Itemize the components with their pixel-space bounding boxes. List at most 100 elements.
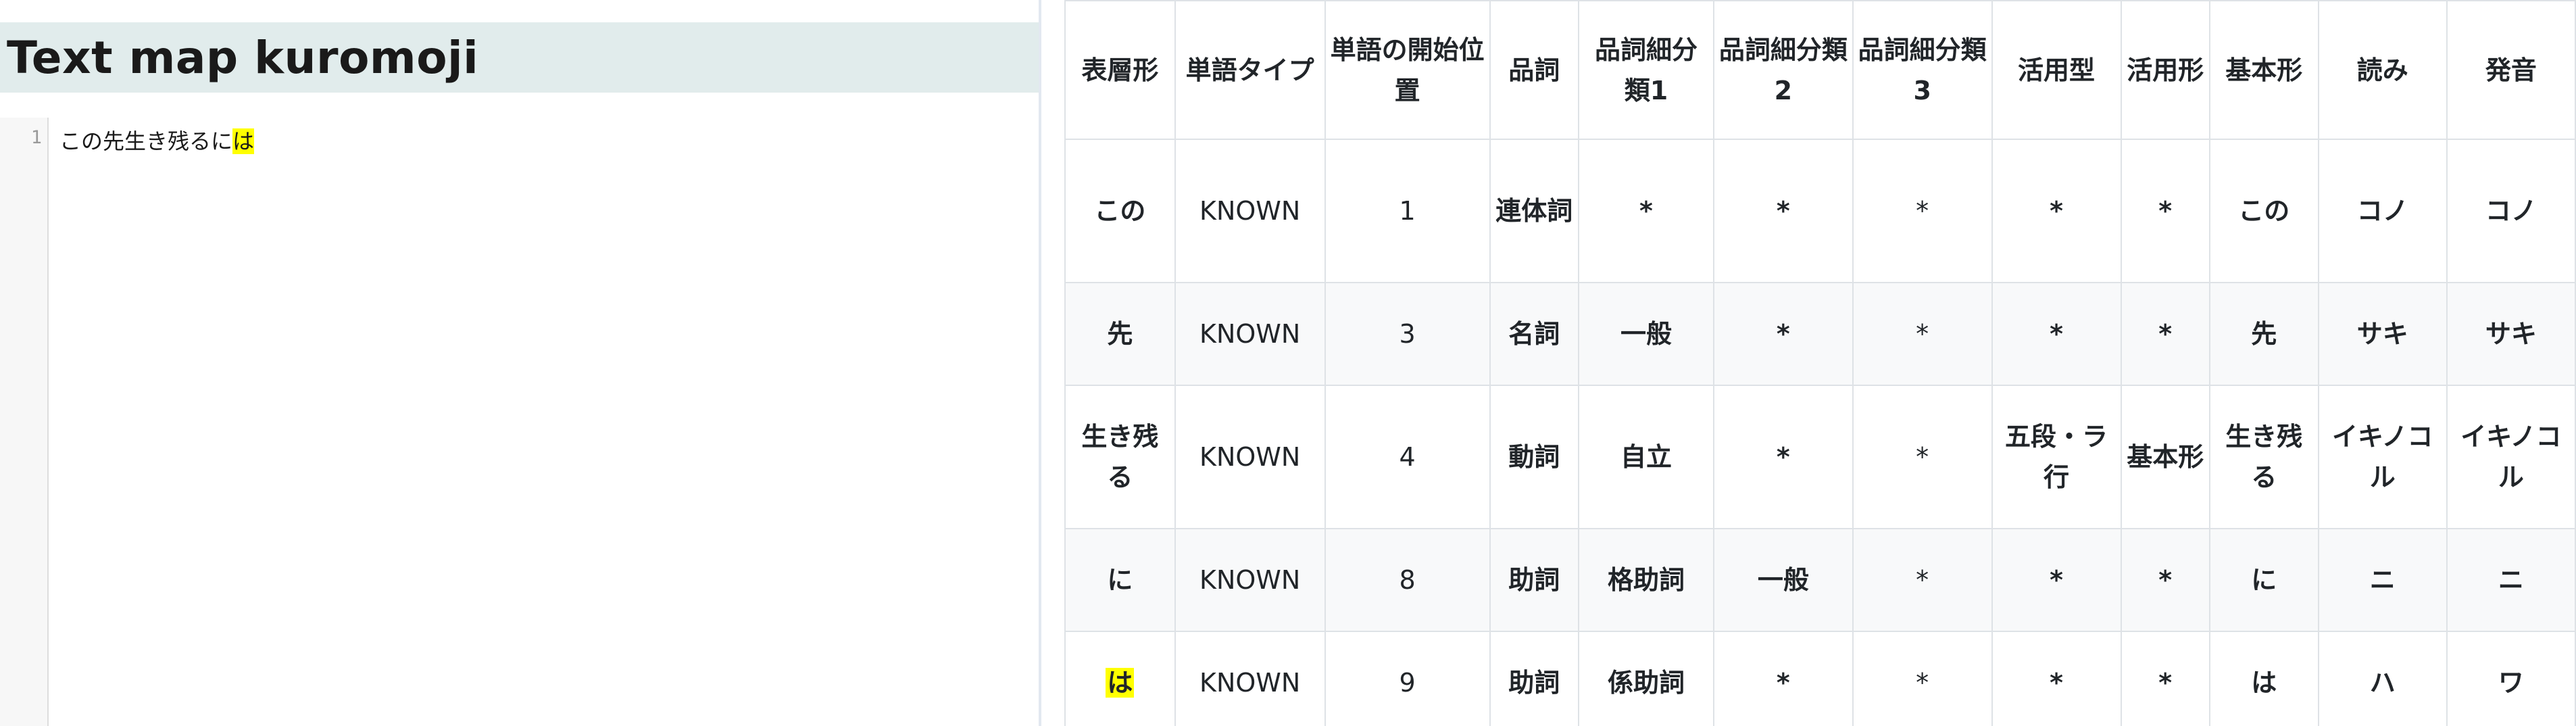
table-cell: ワ: [2446, 631, 2576, 726]
table-cell: *: [1852, 631, 1993, 726]
table-cell: 4: [1324, 385, 1491, 529]
table-cell: サキ: [2317, 282, 2448, 386]
table-cell: *: [1712, 631, 1854, 726]
token-table-pane: 表層形 単語タイプ 単語の開始位置 品詞 品詞細分類1 品詞細分類2 品詞細分類3 活用型 活用…: [1041, 0, 2576, 726]
cell-text: KNOWN: [1199, 196, 1301, 226]
table-cell: *: [2120, 528, 2210, 632]
cell-text: 先: [1107, 319, 1133, 349]
table-cell: *: [2120, 282, 2210, 386]
table-cell: *: [1852, 528, 1993, 632]
cell-text: *: [1639, 196, 1653, 226]
table-cell: イキノコル: [2317, 385, 2448, 529]
cell-text: KNOWN: [1199, 442, 1301, 472]
cell-text: 格助詞: [1607, 565, 1685, 595]
table-cell: 動詞: [1489, 385, 1579, 529]
table-cell: KNOWN: [1174, 282, 1326, 386]
table-cell: *: [1991, 528, 2122, 632]
cell-text: *: [1776, 319, 1790, 349]
cell-text: *: [1776, 196, 1790, 226]
cell-text: *: [1916, 196, 1929, 226]
page-title: Text map kuromoji: [7, 31, 479, 84]
cell-text: *: [1916, 319, 1929, 349]
table-row: 先 KNOWN 3 名詞 一般 * * * * 先 サキ サキ: [1064, 282, 2576, 386]
cell-text: ニ: [2369, 565, 2396, 595]
table-cell: 生き残る: [2208, 385, 2319, 529]
header-word-type: 単語タイプ: [1174, 0, 1326, 140]
cell-text: この: [2238, 196, 2290, 226]
table-cell: 連体詞: [1489, 139, 1579, 283]
table-row: 生き残る KNOWN 4 動詞 自立 * * 五段・ラ行 基本形 生き残る イキノコル イキノコル: [1064, 385, 2576, 529]
table-row: に KNOWN 8 助詞 格助詞 一般 * * * に ニ ニ: [1064, 528, 2576, 632]
cell-text: ハ: [2369, 668, 2396, 698]
cell-text: *: [2050, 319, 2063, 349]
cell-text: サキ: [2356, 319, 2408, 349]
cell-text: 生き残る: [1081, 422, 1159, 492]
table-cell: 自立: [1577, 385, 1714, 529]
cell-text: サキ: [2485, 319, 2537, 349]
cell-text: *: [2050, 668, 2063, 698]
header-reading: 読み: [2317, 0, 2448, 140]
table-cell: *: [1712, 139, 1854, 283]
table-cell: KNOWN: [1174, 385, 1326, 529]
table-cell: *: [1991, 631, 2122, 726]
table-cell: 3: [1324, 282, 1491, 386]
table-cell: 基本形: [2120, 385, 2210, 529]
header-conjugation-type: 活用型: [1991, 0, 2122, 140]
header-pos-detail-2: 品詞細分類2: [1712, 0, 1854, 140]
table-cell: 生き残る: [1064, 385, 1176, 529]
table-body: この KNOWN 1 連体詞 * * * * * この コノ コノ先 KNOWN 3 名詞 一般 * * * * 先サキ…: [1064, 139, 2576, 726]
table-cell: コノ: [2446, 139, 2576, 283]
cell-text: *: [2158, 565, 2173, 595]
table-cell: 8: [1324, 528, 1491, 632]
cell-text: 連体詞: [1495, 196, 1573, 226]
cell-text: KNOWN: [1199, 565, 1301, 595]
line-number-gutter: 1: [0, 118, 49, 726]
cell-text: *: [2050, 196, 2063, 226]
text-editor[interactable]: 1 この先生き残るには: [0, 118, 1039, 726]
cell-text: 自立: [1620, 442, 1672, 472]
editor-highlighted-token: は: [232, 128, 255, 154]
cell-text: 一般: [1757, 565, 1809, 595]
table-cell: *: [1712, 385, 1854, 529]
table-cell: KNOWN: [1174, 139, 1326, 283]
cell-text: 助詞: [1508, 565, 1560, 595]
table-cell: *: [2120, 139, 2210, 283]
editor-line[interactable]: この先生き残るには: [59, 124, 255, 155]
table-cell: は: [2208, 631, 2319, 726]
editor-pane: Text map kuromoji 1 この先生き残るには: [0, 0, 1039, 726]
table-cell: は: [1064, 631, 1176, 726]
header-pos-detail-1: 品詞細分類1: [1577, 0, 1714, 140]
cell-text: 4: [1399, 442, 1416, 472]
table-cell: 1: [1324, 139, 1491, 283]
line-number: 1: [30, 127, 42, 148]
cell-text: は: [1106, 668, 1135, 698]
header-pronunciation: 発音: [2446, 0, 2576, 140]
cell-text: 9: [1399, 668, 1416, 698]
cell-text: ニ: [2498, 565, 2524, 595]
table-cell: に: [2208, 528, 2319, 632]
table-cell: KNOWN: [1174, 631, 1326, 726]
header-pos: 品詞: [1489, 0, 1579, 140]
cell-text: に: [2251, 565, 2277, 595]
header-word-position: 単語の開始位置: [1324, 0, 1491, 140]
token-table: 表層形 単語タイプ 単語の開始位置 品詞 品詞細分類1 品詞細分類2 品詞細分類3 活用型 活用…: [1064, 0, 2576, 726]
title-bar: Text map kuromoji: [0, 22, 1039, 93]
cell-text: 3: [1399, 319, 1416, 349]
cell-text: *: [1916, 442, 1929, 472]
cell-text: KNOWN: [1199, 319, 1301, 349]
table-cell: 9: [1324, 631, 1491, 726]
cell-text: *: [1916, 668, 1929, 698]
table-cell: 五段・ラ行: [1991, 385, 2122, 529]
cell-text: *: [1776, 442, 1790, 472]
table-cell: KNOWN: [1174, 528, 1326, 632]
table-cell: *: [1991, 139, 2122, 283]
cell-text: *: [2158, 196, 2173, 226]
cell-text: コノ: [2356, 196, 2408, 226]
table-cell: 格助詞: [1577, 528, 1714, 632]
cell-text: イキノコル: [2460, 422, 2562, 492]
table-cell: *: [2120, 631, 2210, 726]
cell-text: 生き残る: [2225, 422, 2303, 492]
table-cell: に: [1064, 528, 1176, 632]
cell-text: イキノコル: [2332, 422, 2433, 492]
table-cell: *: [1852, 139, 1993, 283]
